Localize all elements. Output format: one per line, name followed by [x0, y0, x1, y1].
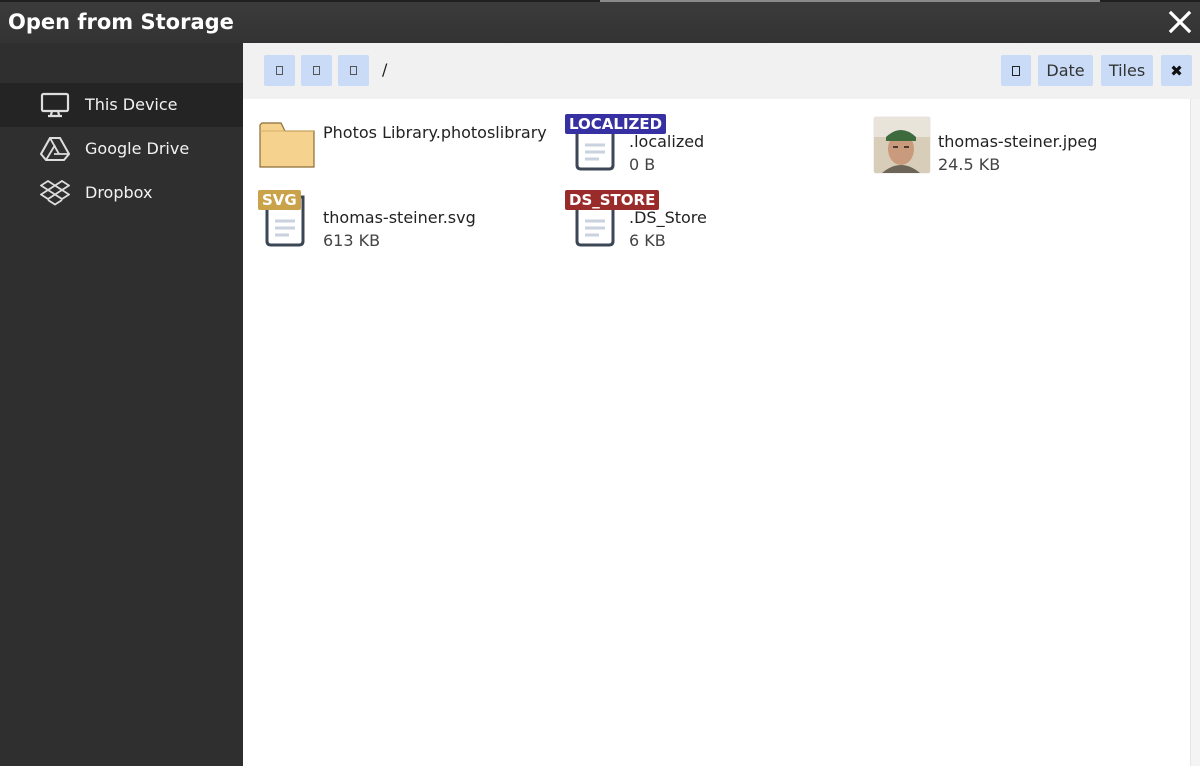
- file-type-badge: DS_STORE: [565, 190, 660, 210]
- sidebar-item-this-device[interactable]: This Device: [0, 83, 243, 127]
- view-icon: [1012, 65, 1020, 76]
- forward-icon: [313, 66, 320, 75]
- close-panel-button[interactable]: ✖: [1161, 55, 1192, 86]
- file-size: 24.5 KB: [938, 155, 1001, 174]
- up-button[interactable]: [338, 55, 369, 86]
- file-item-folder[interactable]: Photos Library.photoslibrary: [259, 114, 559, 180]
- file-name: thomas-steiner.jpeg: [938, 132, 1098, 151]
- file-item-ds-store[interactable]: DS_STORE .DS_Store 6 KB: [565, 190, 865, 256]
- close-icon[interactable]: [1168, 10, 1192, 34]
- file-type-badge: SVG: [258, 190, 301, 210]
- title-bar-highlight: [600, 0, 1100, 2]
- person-photo-icon: [874, 117, 930, 173]
- sidebar-item-label: Google Drive: [85, 139, 190, 158]
- dialog-title: Open from Storage: [8, 10, 234, 34]
- tiles-view-button[interactable]: Tiles: [1101, 55, 1153, 86]
- up-icon: [350, 66, 357, 75]
- dropbox-icon: [40, 180, 70, 206]
- file-type-badge: LOCALIZED: [565, 114, 667, 134]
- file-browser: / Date Tiles ✖ Photos Library.photoslibr…: [243, 43, 1200, 766]
- forward-button[interactable]: [301, 55, 332, 86]
- file-size: 613 KB: [323, 231, 381, 250]
- file-item-jpeg[interactable]: thomas-steiner.jpeg 24.5 KB: [874, 114, 1174, 180]
- file-size: 6 KB: [629, 231, 666, 250]
- sidebar-item-dropbox[interactable]: Dropbox: [0, 171, 243, 215]
- folder-icon: [259, 122, 315, 168]
- file-name: .localized: [629, 132, 705, 151]
- back-button[interactable]: [264, 55, 295, 86]
- file-name: .DS_Store: [629, 208, 707, 227]
- breadcrumb-path[interactable]: /: [382, 60, 387, 79]
- back-icon: [276, 66, 283, 75]
- storage-sidebar: This Device Google Drive Dropbox: [0, 43, 243, 766]
- title-bar: Open from Storage: [0, 0, 1200, 43]
- image-thumbnail: [874, 117, 930, 173]
- view-toggle-button[interactable]: [1001, 55, 1031, 86]
- file-item-localized[interactable]: LOCALIZED .localized 0 B: [565, 114, 865, 180]
- sidebar-item-label: This Device: [85, 95, 178, 114]
- monitor-icon: [40, 92, 70, 118]
- toolbar: / Date Tiles ✖: [243, 43, 1200, 99]
- vertical-scrollbar[interactable]: [1190, 99, 1200, 766]
- google-drive-icon: [40, 137, 70, 161]
- sort-date-button[interactable]: Date: [1038, 55, 1093, 86]
- sidebar-item-google-drive[interactable]: Google Drive: [0, 127, 243, 171]
- file-name: thomas-steiner.svg: [323, 208, 476, 227]
- file-item-svg[interactable]: SVG thomas-steiner.svg 613 KB: [258, 190, 559, 256]
- file-name: Photos Library.photoslibrary: [323, 123, 547, 142]
- sidebar-item-label: Dropbox: [85, 183, 153, 202]
- file-size: 0 B: [629, 155, 656, 174]
